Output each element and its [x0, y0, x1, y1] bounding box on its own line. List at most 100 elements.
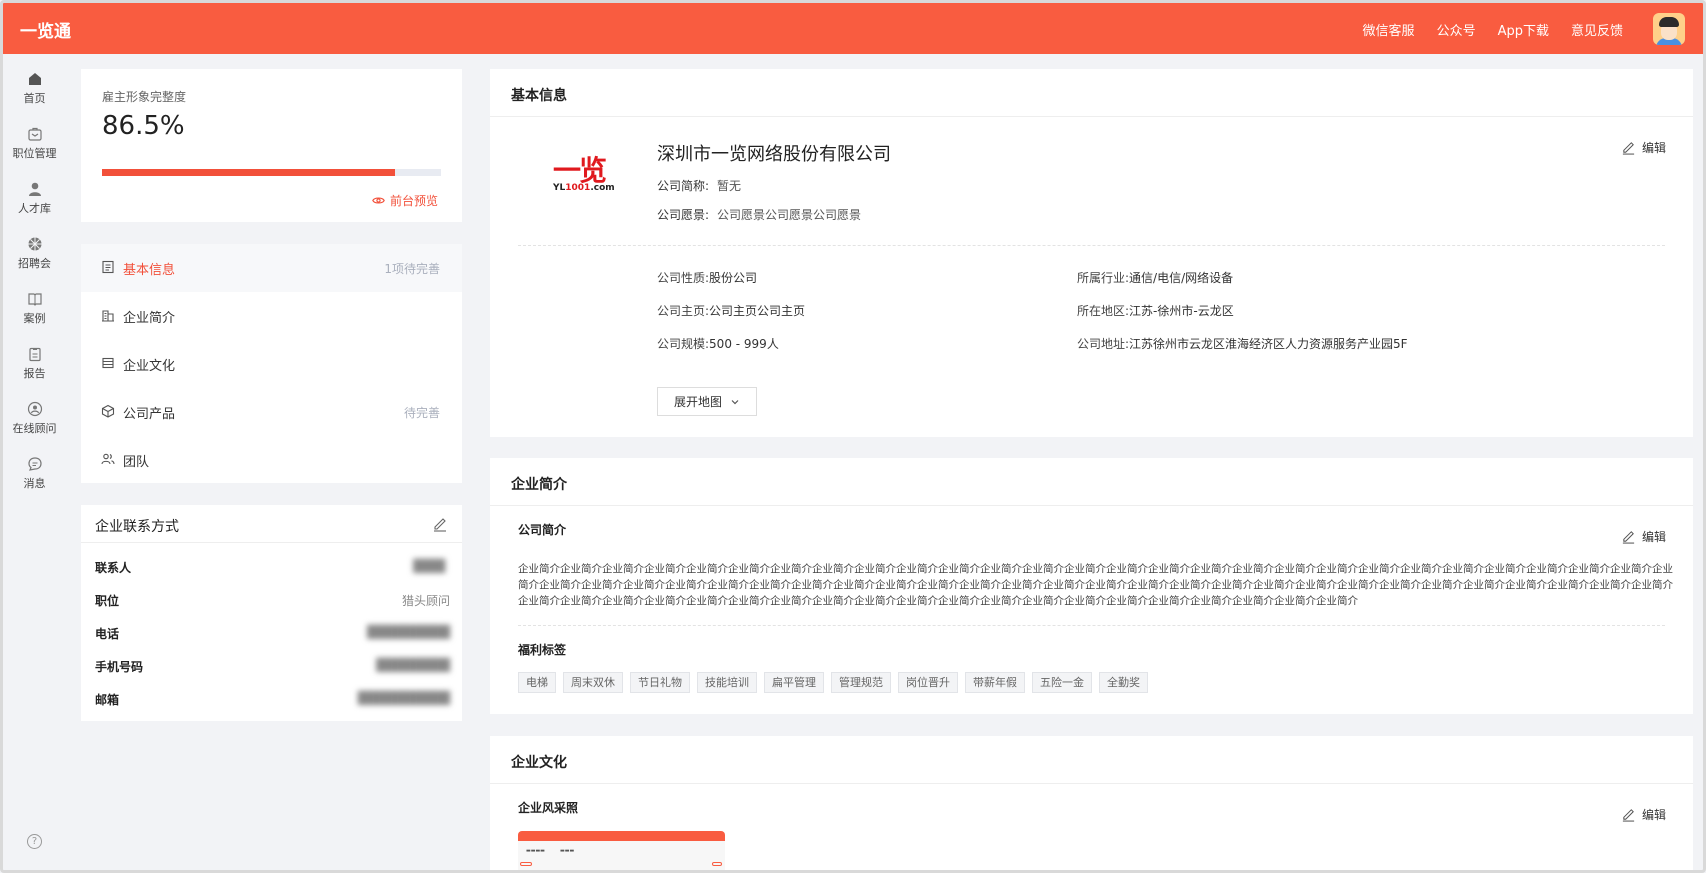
feedback-link[interactable]: 意见反馈: [1571, 20, 1623, 39]
culture-photo-thumbnail[interactable]: ▬▬▬▬ ▬▬▬: [518, 831, 725, 870]
eye-icon: [372, 197, 385, 204]
person-icon: [28, 182, 41, 196]
box-icon: [101, 404, 115, 418]
section-title: 基本信息: [511, 88, 567, 104]
contact-row-phone: 电话 █████████: [95, 625, 450, 645]
nav-label: 人才库: [18, 202, 51, 215]
message-icon: [27, 457, 42, 471]
nav-item-cases[interactable]: 案例: [3, 291, 66, 326]
nav-label: 在线顾问: [12, 422, 57, 435]
nav-item-reports[interactable]: 报告: [3, 346, 66, 381]
preview-label: 前台预览: [389, 194, 438, 208]
app-download-link[interactable]: App下载: [1498, 20, 1549, 39]
top-bar: 一览通 微信客服 公众号 App下载 意见反馈: [3, 3, 1703, 54]
menu-item-label: 团队: [123, 455, 150, 470]
contact-row-person: 联系人 ███▌: [95, 559, 450, 579]
contact-value-blurred: █████████: [366, 625, 450, 639]
menu-item-basic-info[interactable]: 基本信息 1项待完善: [81, 244, 462, 292]
menu-item-products[interactable]: 公司产品 待完善: [81, 388, 462, 436]
app-window: 一览通 微信客服 公众号 App下载 意见反馈 首页 职位管理 人才库 招聘会: [0, 0, 1706, 873]
company-intro-card: 企业简介 公司简介 编辑 企业简介企业简介企业简介企业简介企业简介企业简介企业简…: [490, 458, 1693, 714]
nav-label: 消息: [23, 477, 46, 490]
advisor-icon: [27, 401, 42, 417]
menu-item-status: 1项待完善: [384, 262, 440, 276]
nav-item-fair[interactable]: 招聘会: [3, 236, 66, 271]
building-icon: [102, 310, 114, 322]
nav-item-home[interactable]: 首页: [3, 71, 66, 106]
welfare-tag: 带薪年假: [965, 672, 1025, 693]
welfare-tag: 全勤奖: [1099, 672, 1148, 693]
section-menu: 基本信息 1项待完善 企业简介 企业文化 公司产品 待完善 团队: [81, 244, 462, 483]
nav-label: 招聘会: [18, 257, 51, 270]
nav-item-messages[interactable]: 消息: [3, 456, 66, 491]
edit-culture-button[interactable]: 编辑: [1621, 806, 1666, 823]
info-scale: 公司规模:500 - 999人: [657, 337, 779, 351]
completeness-value: 86.5%: [102, 111, 185, 141]
welfare-tag: 周末双休: [563, 672, 623, 693]
menu-item-label: 公司产品: [123, 407, 176, 422]
wechat-service-link[interactable]: 微信客服: [1363, 20, 1415, 39]
culture-subtitle: 企业风采照: [518, 801, 579, 815]
report-icon: [28, 347, 41, 362]
welfare-tags: 电梯 周末双休 节日礼物 技能培训 扁平管理 管理规范 岗位晋升 带薪年假 五险…: [518, 672, 1148, 693]
edit-icon[interactable]: [432, 516, 448, 532]
welfare-tag: 扁平管理: [764, 672, 824, 693]
contact-key: 邮箱: [95, 693, 120, 707]
menu-item-label: 企业简介: [123, 311, 176, 326]
left-nav: 首页 职位管理 人才库 招聘会 案例 报告 在线顾问 消息 ?: [3, 54, 66, 870]
contact-value-blurred: ██████████: [357, 691, 450, 705]
info-nature: 公司性质:股份公司: [657, 271, 758, 285]
edit-icon: [1622, 531, 1635, 544]
layers-icon: [102, 357, 114, 369]
menu-item-label: 企业文化: [123, 359, 176, 374]
expand-map-button[interactable]: 展开地图: [657, 387, 757, 416]
top-links: 微信客服 公众号 App下载 意见反馈: [1363, 20, 1623, 39]
contact-row-email: 邮箱 ██████████: [95, 691, 450, 711]
contact-row-position: 职位 猎头顾问: [95, 592, 450, 612]
basic-info-card: 基本信息 一览 YL1001.com 深圳市一览网络股份有限公司 公司简称: 暂无…: [490, 69, 1693, 437]
contact-value-blurred: ███▌: [413, 559, 450, 573]
divider: [518, 245, 1665, 246]
home-icon: [28, 73, 41, 85]
nav-item-jobs[interactable]: 职位管理: [3, 126, 66, 161]
briefcase-icon: [27, 127, 42, 141]
app-logo[interactable]: 一览通: [20, 17, 71, 42]
contact-key: 职位: [95, 594, 120, 608]
nav-label: 案例: [23, 312, 46, 325]
welfare-title: 福利标签: [518, 643, 567, 657]
edit-basic-button[interactable]: 编辑: [1621, 139, 1666, 156]
nav-label: 职位管理: [12, 147, 57, 160]
document-icon: [102, 260, 114, 274]
section-title: 企业简介: [511, 477, 567, 493]
edit-intro-button[interactable]: 编辑: [1621, 528, 1666, 545]
menu-item-team[interactable]: 团队: [81, 436, 462, 484]
menu-item-culture[interactable]: 企业文化: [81, 340, 462, 388]
menu-item-intro[interactable]: 企业简介: [81, 292, 462, 340]
divider: [490, 505, 1693, 506]
completeness-progress-fill: [102, 169, 396, 176]
welfare-tag: 技能培训: [697, 672, 757, 693]
intro-text: 企业简介企业简介企业简介企业简介企业简介企业简介企业简介企业简介企业简介企业简介…: [518, 563, 1673, 607]
nav-label: 报告: [23, 367, 46, 380]
nav-item-talent[interactable]: 人才库: [3, 181, 66, 216]
official-account-link[interactable]: 公众号: [1437, 20, 1476, 39]
help-icon[interactable]: ?: [27, 834, 42, 849]
company-culture-card: 企业文化 企业风采照 编辑 ▬▬▬▬ ▬▬▬: [490, 736, 1693, 870]
welfare-tag: 五险一金: [1032, 672, 1092, 693]
edit-icon: [1622, 809, 1635, 822]
welfare-tag: 岗位晋升: [898, 672, 958, 693]
preview-link[interactable]: 前台预览: [372, 192, 438, 209]
contact-key: 联系人: [95, 561, 132, 575]
nav-item-advisor[interactable]: 在线顾问: [3, 401, 66, 436]
welfare-tag: 电梯: [518, 672, 556, 693]
contact-value: 猎头顾问: [401, 594, 450, 608]
info-region: 所在地区:江苏-徐州市-云龙区: [1077, 304, 1234, 318]
info-address: 公司地址:江苏徐州市云龙区淮海经济区人力资源服务产业园5F: [1077, 337, 1408, 351]
avatar[interactable]: [1653, 13, 1685, 45]
book-icon: [27, 293, 42, 306]
contact-card: 企业联系方式 联系人 ███▌ 职位 猎头顾问 电话 █████████ 手机号…: [81, 505, 462, 721]
nav-label: 首页: [23, 92, 46, 105]
menu-item-label: 基本信息: [123, 263, 176, 278]
menu-item-status: 待完善: [403, 406, 440, 420]
team-icon: [101, 453, 115, 465]
